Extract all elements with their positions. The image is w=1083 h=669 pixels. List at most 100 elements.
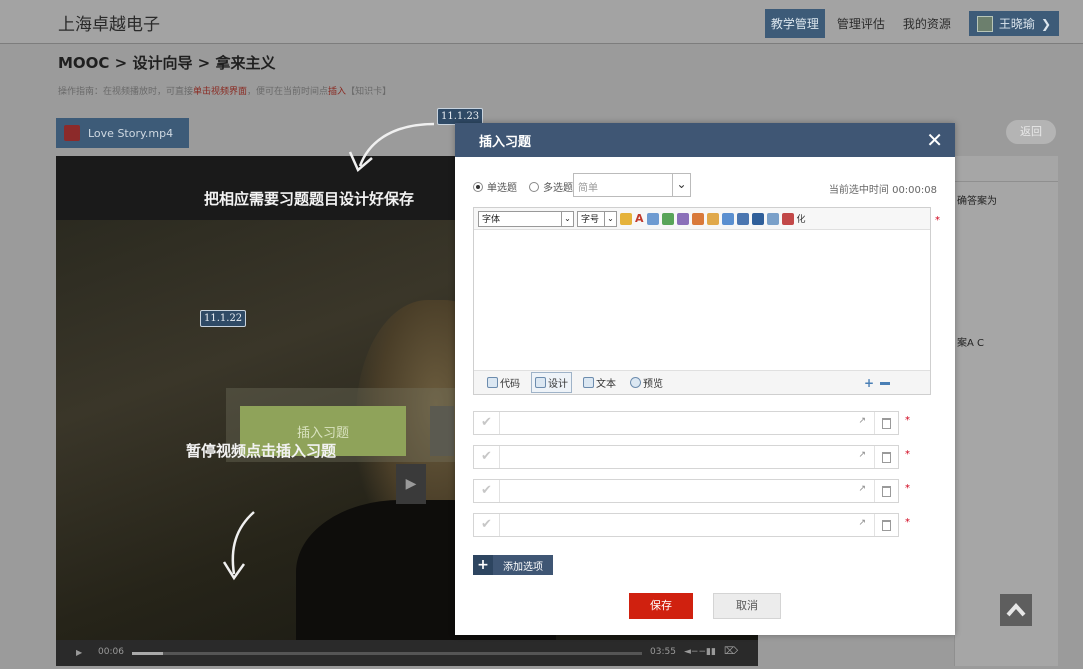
save-button[interactable]: 保存: [629, 593, 693, 619]
fullscreen-icon[interactable]: ⌦: [724, 646, 738, 657]
tutorial-caption: 暂停视频点击插入习题: [186, 442, 337, 460]
add-option-label: 添加选项: [503, 561, 543, 573]
dialog-header: 插入习题 ✕: [455, 123, 955, 157]
expand-icon[interactable]: ↗: [858, 450, 866, 460]
special-char-icon[interactable]: [691, 212, 704, 225]
template-icon[interactable]: [706, 212, 719, 225]
radio-multiple-choice[interactable]: [529, 181, 539, 192]
font-color-icon[interactable]: A: [635, 212, 644, 225]
video-file-icon: [64, 125, 80, 141]
highlight-icon[interactable]: [620, 212, 632, 225]
design-icon: [535, 377, 546, 388]
table-icon[interactable]: [721, 212, 734, 225]
mode-code-tab[interactable]: 代码: [484, 373, 523, 392]
insert-question-dialog: 插入习题 ✕ 单选题 多选题 简单 ⌄ 当前选中时间 00:00:08 字体 ⌄…: [455, 123, 955, 635]
search-icon[interactable]: [766, 212, 779, 225]
hint-text: 【知识卡】: [346, 87, 392, 97]
breadcrumb: MOOC > 设计向导 > 拿来主义: [58, 54, 276, 72]
option-row[interactable]: ✔ ↗: [473, 445, 899, 469]
nav-my-resources[interactable]: 我的资源: [897, 9, 957, 38]
required-mark: *: [905, 415, 910, 426]
editor-toolbar: 字体 ⌄ 字号 ⌄ A 化: [474, 208, 930, 230]
expand-icon[interactable]: ↗: [858, 518, 866, 528]
mode-design-tab[interactable]: 设计: [531, 372, 572, 393]
radio-single-choice[interactable]: [473, 181, 483, 192]
option-row[interactable]: ✔ ↗: [473, 513, 899, 537]
total-time: 03:55: [650, 647, 676, 657]
check-icon[interactable]: ✔: [474, 480, 500, 502]
nav-teaching-management[interactable]: 教学管理: [764, 9, 825, 38]
plus-icon: +: [473, 555, 493, 575]
trash-icon[interactable]: [874, 514, 898, 536]
option-row[interactable]: ✔ ↗: [473, 411, 899, 435]
print-icon[interactable]: [736, 212, 749, 225]
add-option-button[interactable]: + 添加选项: [473, 555, 553, 575]
text-icon: [583, 377, 594, 388]
image-icon[interactable]: [661, 212, 674, 225]
required-mark: *: [935, 215, 940, 226]
video-controls: ▶ 00:06 03:55 ◄−−▮▮ ⌦: [56, 640, 758, 666]
cancel-button[interactable]: 取消: [713, 593, 781, 619]
expand-icon[interactable]: ↗: [858, 484, 866, 494]
nav-management-evaluation[interactable]: 管理评估: [831, 9, 891, 38]
globe-icon: [630, 377, 641, 388]
required-mark: *: [905, 517, 910, 528]
progress-bar[interactable]: [132, 652, 642, 655]
mode-label: 预览: [643, 379, 663, 390]
mode-label: 代码: [500, 379, 520, 390]
editor-resize-controls: +: [864, 376, 890, 390]
back-button[interactable]: 返回: [1006, 120, 1056, 144]
chevron-down-icon: ⌄: [672, 174, 690, 196]
chemistry-button[interactable]: 化: [797, 212, 806, 225]
mode-text-tab[interactable]: 文本: [580, 373, 619, 392]
shrink-icon[interactable]: [880, 381, 890, 385]
code-icon: [487, 377, 498, 388]
expand-icon[interactable]: ↗: [858, 416, 866, 426]
radio-label: 多选题: [543, 183, 573, 194]
mode-label: 设计: [548, 379, 568, 390]
overlay-panel: [430, 406, 454, 456]
trash-icon[interactable]: [874, 446, 898, 468]
media-icon[interactable]: [676, 212, 689, 225]
option-row[interactable]: ✔ ↗: [473, 479, 899, 503]
play-icon[interactable]: ▶: [396, 464, 426, 504]
chevron-up-icon: [1006, 603, 1026, 617]
check-icon[interactable]: ✔: [474, 412, 500, 434]
formula-icon[interactable]: [781, 212, 794, 225]
scroll-to-top-button[interactable]: [1000, 594, 1032, 626]
user-menu[interactable]: 王晓瑜 ❯: [968, 11, 1059, 36]
operation-hint: 操作指南：在视频播放时，可直接单击视频界面，便可在当前时间点插入【知识卡】: [58, 84, 391, 97]
check-icon[interactable]: ✔: [474, 446, 500, 468]
editor-content-area[interactable]: [474, 230, 930, 370]
video-file-tab[interactable]: Love Story.mp4: [56, 118, 189, 148]
play-icon[interactable]: ▶: [76, 648, 82, 657]
dialog-title: 插入习题: [479, 134, 532, 150]
font-size-select[interactable]: 字号 ⌄: [577, 210, 617, 227]
hint-text: ，便可在当前时间点: [247, 87, 329, 97]
expand-icon[interactable]: +: [864, 376, 874, 390]
volume-icon[interactable]: ◄−−▮▮: [684, 647, 716, 657]
mode-preview-tab[interactable]: 预览: [627, 373, 666, 392]
site-logo: 上海卓越电子: [58, 15, 160, 35]
top-navbar: 上海卓越电子 教学管理 管理评估 我的资源 王晓瑜 ❯: [0, 0, 1083, 44]
hint-highlight: 单击视频界面: [193, 87, 248, 97]
chart-icon[interactable]: [751, 212, 764, 225]
trash-icon[interactable]: [874, 480, 898, 502]
font-size-label: 字号: [581, 215, 600, 225]
avatar: [976, 15, 993, 32]
check-icon[interactable]: ✔: [474, 514, 500, 536]
chevron-down-icon: ❯: [1040, 16, 1051, 31]
curved-arrow-icon: [222, 511, 255, 581]
knowledge-panel: 确答案为 案A C: [954, 156, 1058, 666]
question-editor[interactable]: 字体 ⌄ 字号 ⌄ A 化 代码 设计 文本 预览 +: [473, 207, 931, 395]
difficulty-select[interactable]: 简单 ⌄: [573, 173, 691, 197]
difficulty-value: 简单: [578, 183, 598, 194]
trash-icon[interactable]: [874, 412, 898, 434]
close-icon[interactable]: ✕: [926, 128, 943, 152]
panel-text: 案A C: [957, 338, 985, 349]
mode-label: 文本: [596, 379, 616, 390]
radio-label: 单选题: [487, 183, 517, 194]
curved-arrow-icon: [348, 122, 435, 173]
font-select[interactable]: 字体 ⌄: [478, 210, 574, 227]
format-icon[interactable]: [646, 212, 659, 225]
